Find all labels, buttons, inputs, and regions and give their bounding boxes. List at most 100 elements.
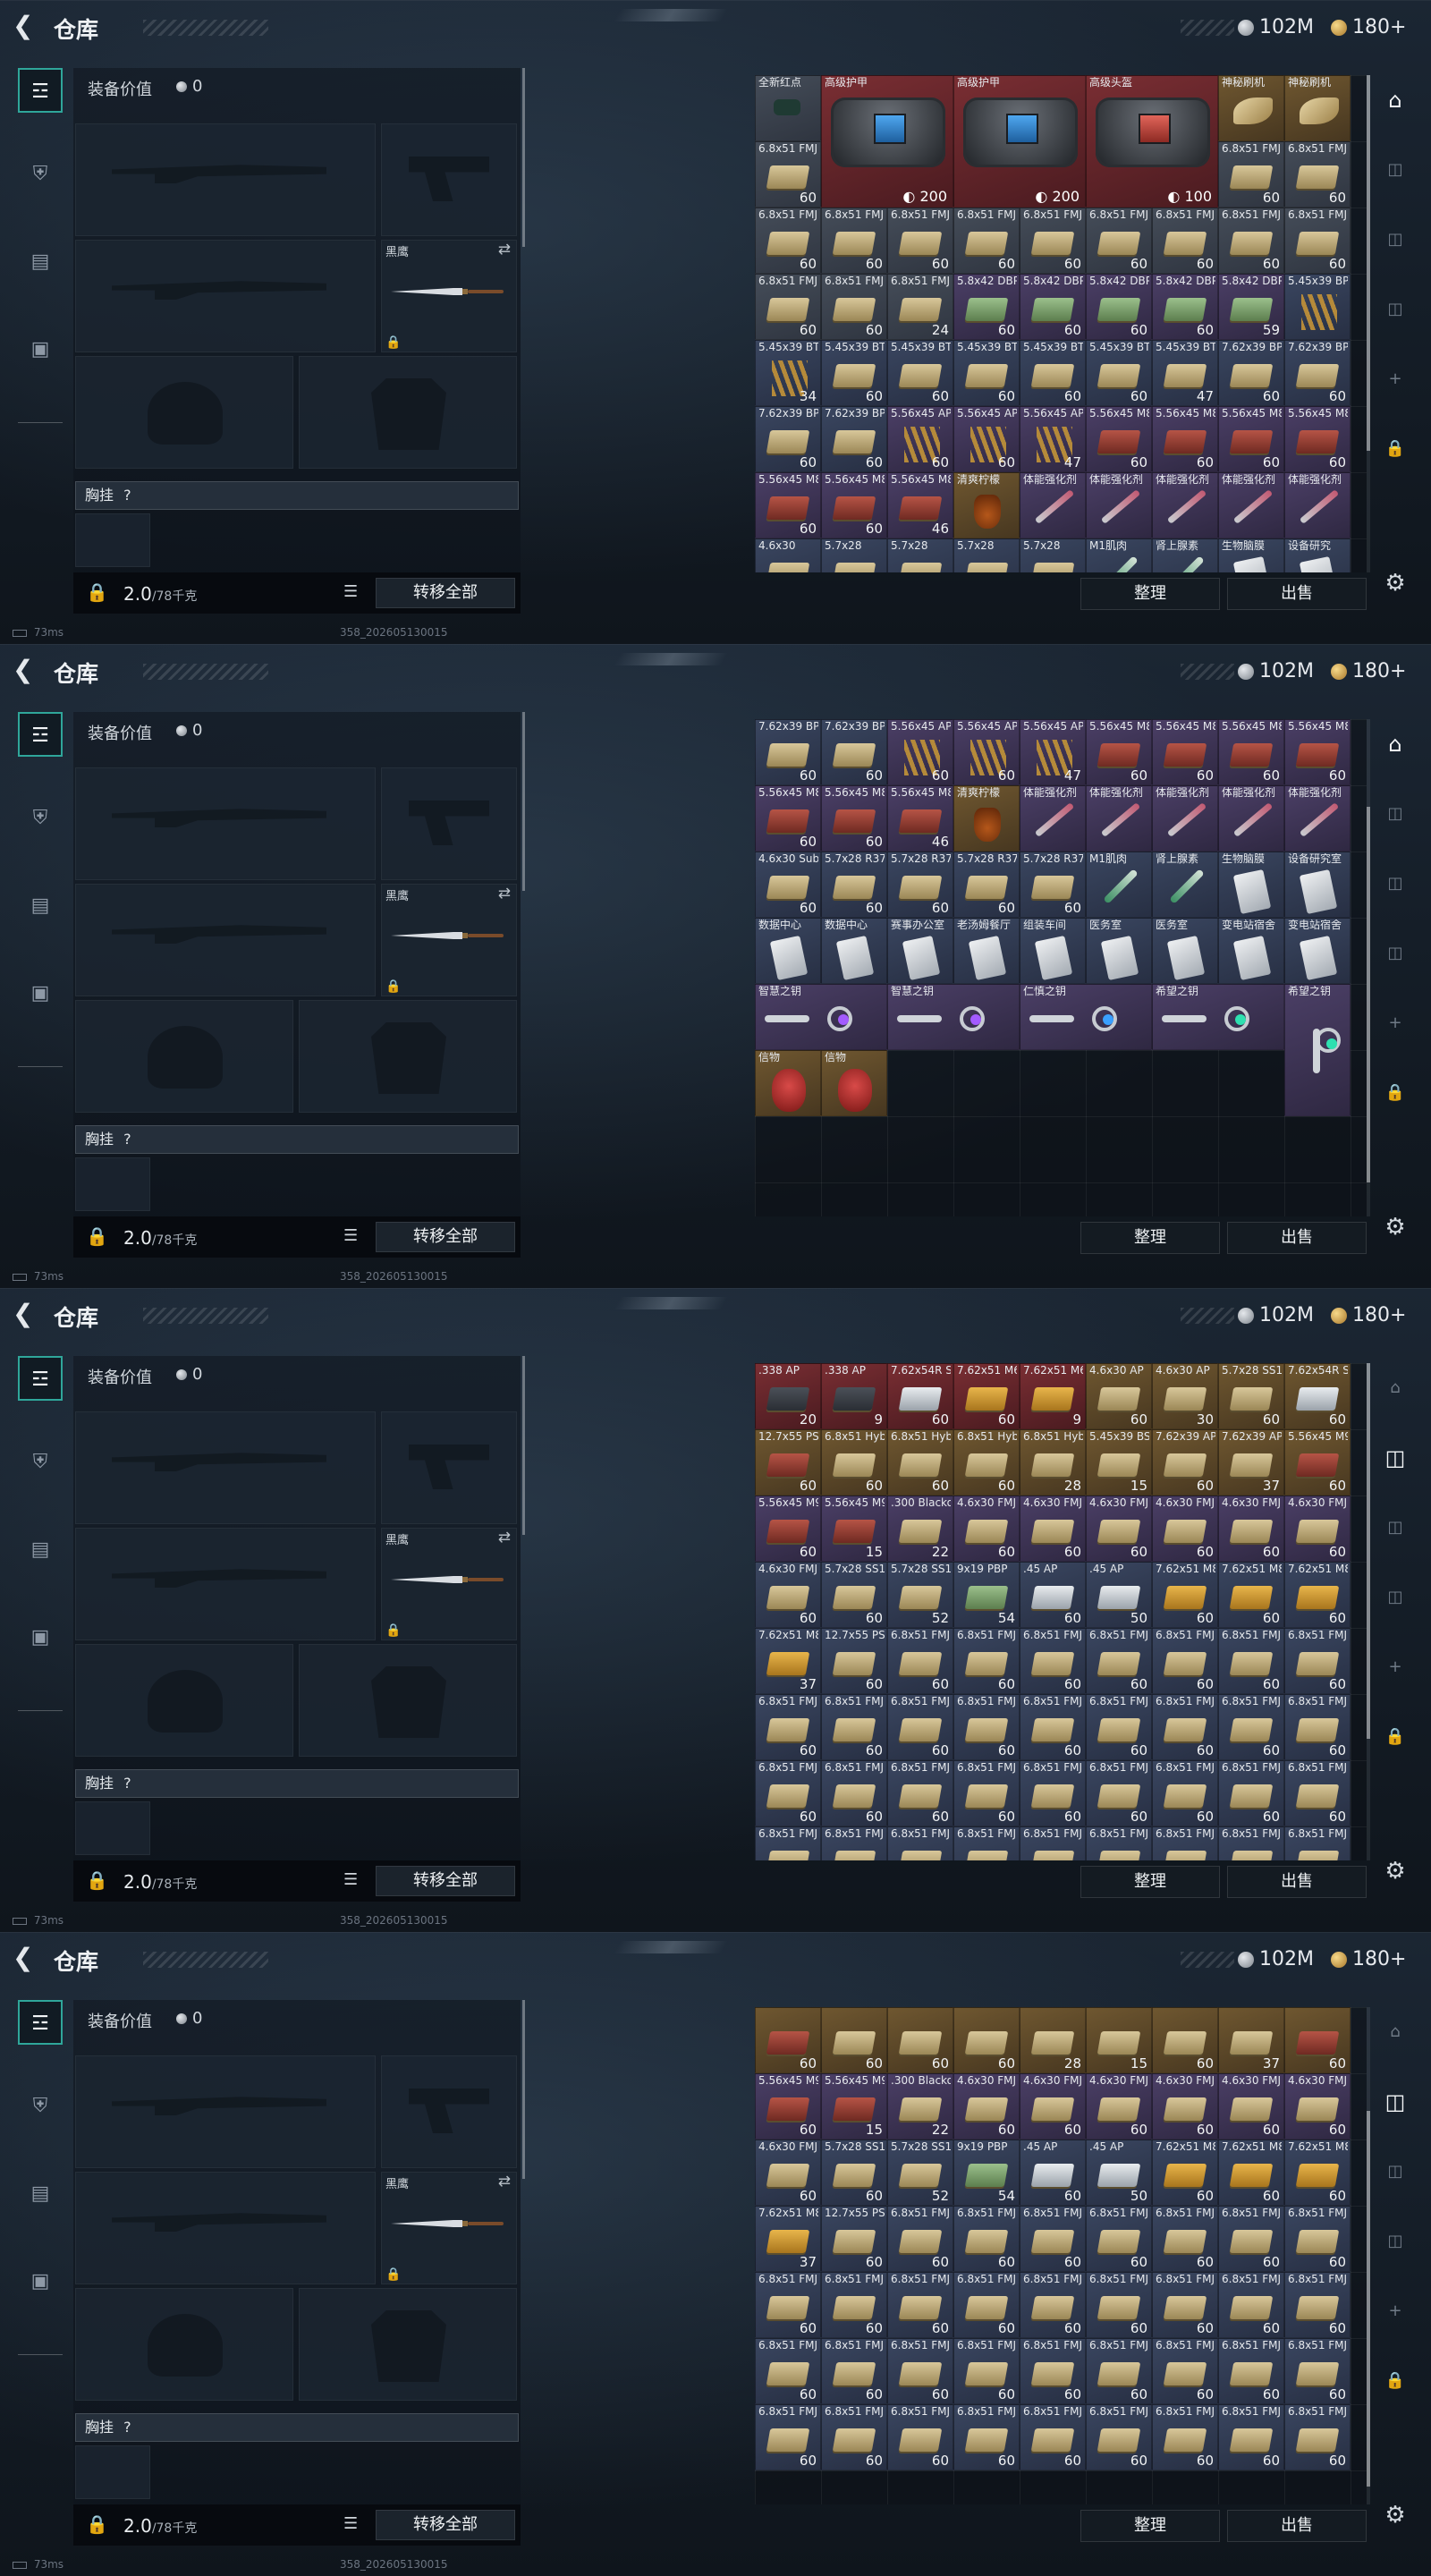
storage-scrollbar[interactable] (1367, 2007, 1370, 2504)
sell-button[interactable]: 出售 (1227, 1222, 1367, 1254)
inventory-item[interactable]: 清爽柠檬 (953, 472, 1020, 538)
inventory-item[interactable]: 6.8x51 FMJ 60 (1086, 2338, 1152, 2404)
inventory-item[interactable]: 希望之钥 (1284, 984, 1351, 1116)
inventory-item[interactable]: 高级护甲 ◐ 200 (821, 75, 953, 208)
inventory-item[interactable]: 6.8x51 FMJ 60 (1152, 2272, 1218, 2338)
inventory-item[interactable]: 6.8x51 FMJ 60 (1284, 1628, 1351, 1694)
helmet-slot[interactable] (75, 2288, 293, 2401)
inventory-item[interactable]: 肾上腺素 (1152, 538, 1218, 572)
inventory-item[interactable]: 5.8x42 DBP10 59 (1218, 274, 1284, 340)
inventory-item[interactable]: 5.45x39 BT 34 (755, 340, 821, 406)
storage-page-3-icon[interactable]: ◫ (1381, 295, 1410, 324)
inventory-item[interactable]: 5.56x45 AP 60 (953, 719, 1020, 785)
tab-weapons[interactable]: ☲ (18, 1356, 63, 1401)
inventory-item[interactable]: .45 AP 60 (1020, 1562, 1086, 1628)
secondary-weapon-slot[interactable] (75, 1528, 376, 1640)
inventory-item[interactable]: 6.8x51 FMJ 60 (755, 1694, 821, 1760)
storage-page-2-icon[interactable]: ◫ (1381, 225, 1410, 254)
inventory-item[interactable]: 6.8x51 FMJ 60 (953, 1628, 1020, 1694)
inventory-item[interactable]: 7.62x51 M61 9 (1020, 1363, 1086, 1429)
inventory-item[interactable]: M1肌肉 (1086, 852, 1152, 918)
inventory-item[interactable]: 6.8x51 FMJ 60 (1152, 2338, 1218, 2404)
inventory-item[interactable]: 5.7x28 R37 60 (1020, 852, 1086, 918)
tab-weapons[interactable]: ☲ (18, 68, 63, 113)
inventory-item[interactable]: 6.8x51 FMJ (1218, 1826, 1284, 1860)
inventory-item[interactable]: .45 AP 50 (1086, 1562, 1152, 1628)
inventory-item[interactable]: 智慧之钥 (887, 984, 1020, 1050)
inventory-item[interactable]: 6.8x51 FMJ 60 (1218, 208, 1284, 274)
swap-icon[interactable]: ⇄ (498, 885, 511, 902)
inventory-item[interactable]: 5.7x28 (1020, 538, 1086, 572)
inventory-item[interactable]: 6.8x51 FMJ 60 (1020, 2338, 1086, 2404)
storage-scroll-thumb[interactable] (1367, 1363, 1370, 1739)
inventory-item[interactable]: 全新红点 (755, 75, 821, 141)
inventory-item[interactable]: 7.62x51 M80 60 (1152, 1562, 1218, 1628)
chest-rig-slot[interactable]: 胸挂 ? (75, 1125, 519, 1154)
inventory-item[interactable]: 5.7x28 SS190 52 (887, 2140, 953, 2206)
inventory-item[interactable]: 5.56x45 AP 47 (1020, 406, 1086, 472)
inventory-item[interactable]: 5.56x45 AP 60 (887, 406, 953, 472)
inventory-item[interactable]: 6.8x51 FMJ 60 (1086, 2404, 1152, 2470)
inventory-item[interactable]: 4.6x30 (755, 538, 821, 572)
inventory-item[interactable]: 5.56x45 M855A1 46 (887, 785, 953, 852)
inventory-item[interactable]: 6.8x51 FMJ 60 (821, 2338, 887, 2404)
inventory-item[interactable]: 6.8x51 FMJ 60 (1152, 1694, 1218, 1760)
back-arrow-icon[interactable]: ❮ (13, 13, 39, 39)
transfer-all-button[interactable]: 转移全部 (376, 578, 515, 608)
inventory-item[interactable]: 高级护甲 ◐ 200 (953, 75, 1086, 208)
helmet-slot[interactable] (75, 1000, 293, 1113)
inventory-item[interactable]: 4.6x30 FMJ SX 60 (1152, 1496, 1218, 1562)
inventory-item[interactable]: 6.8x51 FMJ 60 (887, 1694, 953, 1760)
inventory-item[interactable]: 4.6x30 FMJ SX 60 (1284, 2073, 1351, 2140)
pistol-slot[interactable] (381, 1411, 517, 1524)
inventory-item[interactable]: 7.62x39 AP 60 (1152, 1429, 1218, 1496)
inventory-item[interactable]: 6.8x51 FMJ 60 (1218, 2206, 1284, 2272)
inventory-item[interactable]: 4.6x30 FMJ SX 60 (1284, 1496, 1351, 1562)
inventory-item[interactable]: 6.8x51 FMJ 60 (1086, 1760, 1152, 1826)
inventory-item[interactable]: 体能强化剂 (1218, 472, 1284, 538)
inventory-item[interactable]: 4.6x30 FMJ SX 60 (755, 1562, 821, 1628)
inventory-item[interactable]: .45 AP 60 (1020, 2140, 1086, 2206)
tab-weapons[interactable]: ☲ (18, 712, 63, 757)
inventory-item[interactable]: 5.7x28 R37 60 (821, 852, 887, 918)
inventory-item[interactable]: 7.62x39 BP 60 (1284, 340, 1351, 406)
inventory-item[interactable]: 6.8x51 FMJ 60 (1086, 208, 1152, 274)
inventory-item[interactable]: 6.8x51 FMJ 60 (821, 2404, 887, 2470)
inventory-item[interactable]: 6.8x51 FMJ 60 (755, 2272, 821, 2338)
inventory-item[interactable]: 信物 (755, 1050, 821, 1116)
inventory-item[interactable]: 5.45x39 BT 60 (887, 340, 953, 406)
inventory-item[interactable]: 60 (1152, 2007, 1218, 2073)
inventory-item[interactable]: 6.8x51 FMJ 60 (887, 1760, 953, 1826)
inventory-item[interactable]: 6.8x51 FMJ 60 (1218, 1694, 1284, 1760)
inventory-item[interactable]: 7.62x39 BP 60 (1218, 340, 1284, 406)
inventory-item[interactable]: 6.8x51 FMJ 60 (1284, 141, 1351, 208)
pistol-slot[interactable] (381, 123, 517, 236)
inventory-item[interactable]: 5.56x45 M855A1 60 (821, 785, 887, 852)
inventory-item[interactable]: 6.8x51 FMJ 60 (1020, 2272, 1086, 2338)
inventory-item[interactable]: 6.8x51 FMJ 60 (1284, 1760, 1351, 1826)
help-icon[interactable]: ? (123, 1775, 131, 1792)
inventory-item[interactable]: 5.56x45 M995 15 (821, 2073, 887, 2140)
inventory-item[interactable]: 6.8x51 FMJ 24 (887, 274, 953, 340)
inventory-item[interactable]: 5.56x45 M855A1 60 (755, 785, 821, 852)
inventory-item[interactable]: 5.45x39 BT 60 (821, 340, 887, 406)
tab-case[interactable]: ▣ (18, 2259, 63, 2304)
list-icon[interactable]: ☰ (343, 1870, 358, 1889)
inventory-item[interactable]: 神秘刷机 (1284, 75, 1351, 141)
inventory-item[interactable]: 60 (887, 2007, 953, 2073)
help-icon[interactable]: ? (123, 487, 131, 504)
inventory-item[interactable]: 老汤姆餐厅 (953, 918, 1020, 984)
chest-rig-item-slot[interactable] (75, 513, 150, 567)
storage-page-3-icon[interactable]: ◫ (1381, 939, 1410, 968)
inventory-item[interactable]: 37 (1218, 2007, 1284, 2073)
inventory-item[interactable]: 5.45x39 BT 60 (1020, 340, 1086, 406)
inventory-item[interactable]: 体能强化剂 (1284, 785, 1351, 852)
storage-scrollbar[interactable] (1367, 719, 1370, 1216)
inventory-item[interactable]: 6.8x51 FMJ 60 (953, 2404, 1020, 2470)
inventory-item[interactable]: 4.6x30 FMJ SX 60 (755, 2140, 821, 2206)
inventory-item[interactable]: 5.56x45 AP 60 (887, 719, 953, 785)
inventory-item[interactable]: 6.8x51 FMJ 60 (887, 1628, 953, 1694)
secondary-weapon-slot[interactable] (75, 2172, 376, 2284)
inventory-item[interactable]: 5.56x45 M855A1 60 (1152, 719, 1218, 785)
help-icon[interactable]: ? (123, 2419, 131, 2436)
